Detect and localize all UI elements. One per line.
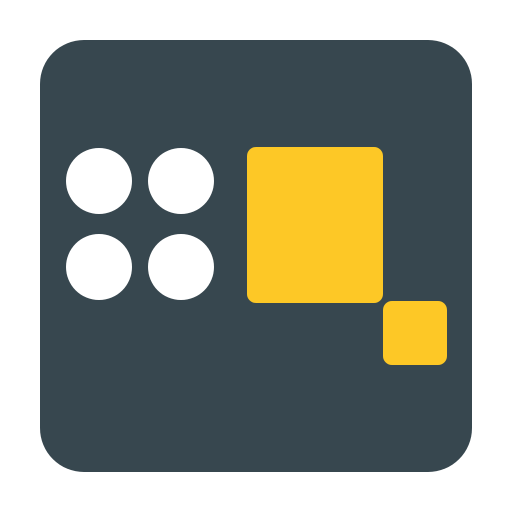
canvas [0,0,512,512]
app-icon[interactable] [40,40,472,472]
dot-bottom-right-icon [148,234,214,300]
dot-bottom-left-icon [66,234,132,300]
dot-top-right-icon [148,148,214,214]
dot-top-left-icon [66,148,132,214]
small-tile-icon [383,301,447,365]
large-tile-icon [247,147,383,303]
